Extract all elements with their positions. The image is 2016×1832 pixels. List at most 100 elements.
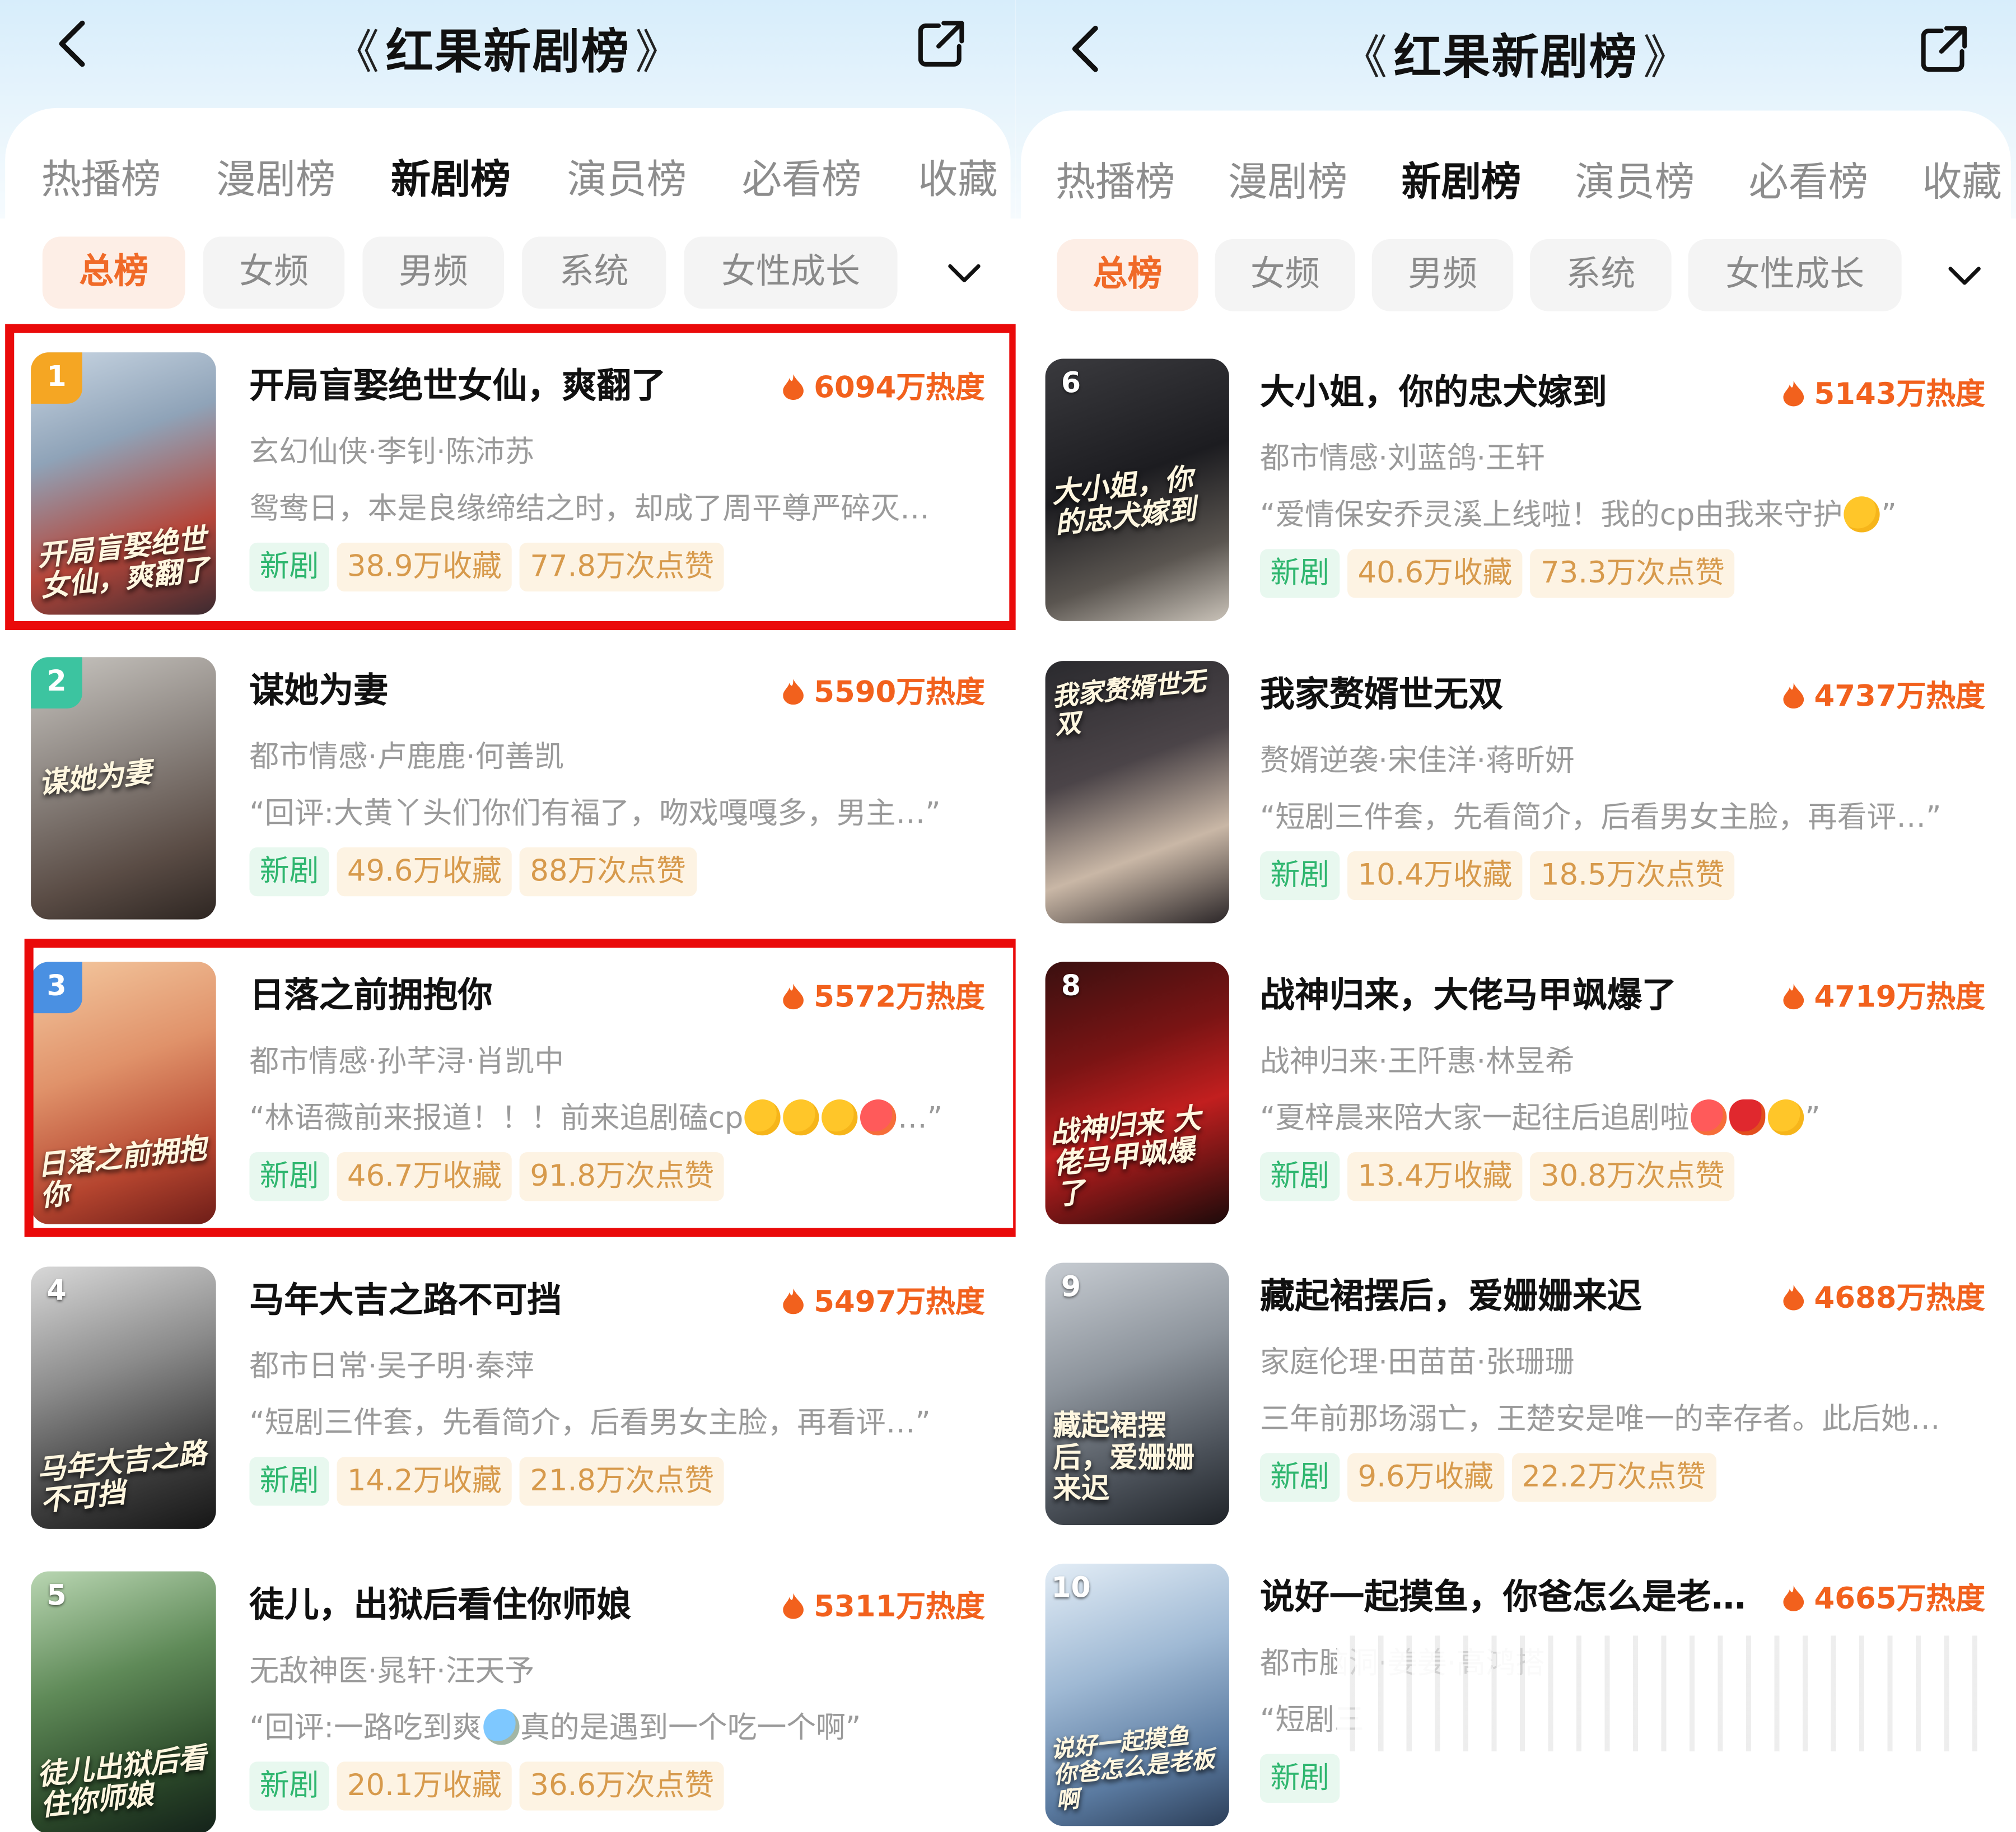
list-item[interactable]: 9 藏起裙摆后，爱姗姗来迟 藏起裙摆后，爱姗姗来迟 4688万热度 家庭伦理·田… — [1016, 1247, 2016, 1551]
flame-icon — [1783, 1585, 1804, 1611]
drama-title: 谋她为妻 — [249, 671, 389, 711]
cover-title-art: 说好一起摸鱼 你爸怎么是老板啊 — [1049, 1722, 1216, 1815]
likes-count: 88万次点赞 — [520, 847, 697, 897]
tab-actor[interactable]: 演员榜 — [567, 147, 687, 204]
genre-cast: 都市情感·刘蓝鸽·王轩 — [1260, 442, 1545, 476]
rank-badge: 2 — [31, 657, 82, 709]
genre-cast: 都市日常·吴子明·秦萍 — [249, 1350, 535, 1384]
chip-female-growth[interactable]: 女性成长 — [684, 236, 898, 309]
synopsis: 三年前那场溺亡，王楚安是唯一的幸存者。此后她… — [1260, 1402, 1940, 1437]
likes-count: 18.5万次点赞 — [1530, 851, 1735, 901]
tag-row: 新剧 9.6万收藏 22.2万次点赞 — [1260, 1453, 1724, 1502]
drama-title: 藏起裙摆后，爱姗姗来迟 — [1260, 1276, 1642, 1317]
list-item[interactable]: 4 马年大吉之路不可挡 马年大吉之路不可挡 5497万热度 都市日常·吴子明·秦… — [0, 1251, 1016, 1555]
laurel-left-icon: 《 — [333, 27, 381, 80]
tab-new-drama[interactable]: 新剧榜 — [1402, 149, 1522, 207]
likes-count: 30.8万次点赞 — [1530, 1152, 1735, 1201]
new-badge: 新剧 — [249, 1457, 329, 1506]
tab-comic[interactable]: 漫剧榜 — [1228, 149, 1348, 207]
flame-icon — [1783, 983, 1804, 1010]
drama-cover: 6 大小姐，你的忠犬嫁到 — [1045, 358, 1229, 621]
tag-row: 新剧 20.1万收藏 36.6万次点赞 — [249, 1761, 732, 1811]
drama-title: 我家赘婿世无双 — [1260, 675, 1503, 715]
tab-hot[interactable]: 热播榜 — [41, 147, 161, 204]
flame-icon — [1783, 683, 1804, 709]
drama-title: 战神归来，大佬马甲飒爆了 — [1260, 976, 1677, 1016]
laurel-right-icon: 》 — [1643, 32, 1691, 85]
heat-value: 5590万热度 — [783, 668, 985, 711]
chip-system[interactable]: 系统 — [522, 236, 666, 309]
rank-badge: 8 — [1061, 971, 1081, 1003]
chip-all[interactable]: 总榜 — [42, 236, 185, 309]
likes-count: 36.6万次点赞 — [520, 1761, 725, 1811]
right-panel: 《红果新剧榜》 热播榜 漫剧榜 新剧榜 演员榜 必看榜 收藏 总榜 女频 男频 … — [1015, 0, 2016, 1832]
cover-title-art: 我家赘婿世无双 — [1050, 665, 1207, 740]
chip-female-growth[interactable]: 女性成长 — [1688, 239, 1902, 311]
chip-female[interactable]: 女频 — [1215, 239, 1355, 311]
tab-new-drama[interactable]: 新剧榜 — [391, 147, 511, 204]
chip-male[interactable]: 男频 — [362, 236, 505, 309]
drama-cover: 5 徒儿出狱后看住你师娘 — [31, 1571, 216, 1832]
tag-row: 新剧 13.4万收藏 30.8万次点赞 — [1260, 1152, 1743, 1201]
chevron-down-icon[interactable] — [944, 252, 984, 293]
chip-male[interactable]: 男频 — [1371, 239, 1514, 311]
heat-value: 5143万热度 — [1783, 369, 1985, 413]
cover-title-art: 大小姐，你的忠犬嫁到 — [1050, 462, 1198, 541]
list-item[interactable]: 5 徒儿出狱后看住你师娘 徒儿，出狱后看住你师娘 5311万热度 无敌神医·晁轩… — [0, 1556, 1016, 1832]
tab-favorites[interactable]: 收藏 — [1922, 149, 2001, 207]
tab-must-watch[interactable]: 必看榜 — [1748, 149, 1868, 207]
rank-badge: 5 — [46, 1580, 67, 1613]
heat-value: 4719万热度 — [1783, 972, 1985, 1016]
tag-row: 新剧 14.2万收藏 21.8万次点赞 — [249, 1457, 732, 1506]
tab-actor[interactable]: 演员榜 — [1575, 149, 1695, 207]
favorites-count: 20.1万收藏 — [337, 1761, 512, 1811]
tag-row: 新剧 10.4万收藏 18.5万次点赞 — [1260, 851, 1743, 901]
new-badge: 新剧 — [1260, 851, 1340, 901]
new-badge: 新剧 — [249, 1761, 329, 1811]
laurel-left-icon: 《 — [1341, 32, 1389, 85]
flame-icon — [783, 1288, 804, 1314]
chip-system[interactable]: 系统 — [1530, 239, 1672, 311]
chip-female[interactable]: 女频 — [203, 236, 345, 309]
highlight-box — [24, 939, 1016, 1237]
synopsis: “回评:大黄丫头们你们有福了，吻戏嘎嘎多，男主…” — [249, 797, 941, 831]
list-item[interactable]: 6 大小姐，你的忠犬嫁到 大小姐，你的忠犬嫁到 5143万热度 都市情感·刘蓝鸽… — [1016, 343, 2016, 647]
chevron-down-icon[interactable] — [1944, 255, 1985, 296]
synopsis: “回评:一路吃到爽 真的是遇到一个吃一个啊” — [249, 1703, 982, 1746]
new-badge: 新剧 — [1260, 1754, 1340, 1803]
share-icon[interactable] — [913, 16, 969, 72]
cover-title-art: 战神归来 大佬马甲飒爆了 — [1048, 1102, 1203, 1214]
tab-comic[interactable]: 漫剧榜 — [216, 147, 336, 204]
chip-all[interactable]: 总榜 — [1057, 239, 1198, 311]
synopsis: “爱情保安乔灵溪上线啦！我的cp由我来守护” — [1260, 490, 1980, 534]
rank-badge: 4 — [46, 1275, 67, 1308]
list-item[interactable]: 8 战神归来 大佬马甲飒爆了 战神归来，大佬马甲飒爆了 4719万热度 战神归来… — [1016, 947, 2016, 1250]
tag-row: 新剧 49.6万收藏 88万次点赞 — [249, 847, 704, 897]
share-icon[interactable] — [1916, 21, 1972, 77]
drama-cover: 我家赘婿世无双 — [1045, 661, 1229, 924]
highlight-box — [5, 324, 1016, 631]
page-title: 《红果新剧榜》 — [333, 24, 683, 80]
tab-favorites[interactable]: 收藏 — [918, 147, 997, 204]
likes-count: 22.2万次点赞 — [1511, 1453, 1716, 1502]
flame-icon — [1783, 1284, 1804, 1311]
list-item[interactable]: 我家赘婿世无双 我家赘婿世无双 4737万热度 赘婿逆袭·宋佳洋·蒋昕妍 “短剧… — [1016, 646, 2016, 949]
drama-cover: 9 藏起裙摆后，爱姗姗来迟 — [1045, 1262, 1229, 1525]
rank-badge: 10 — [1051, 1572, 1091, 1605]
drama-title: 大小姐，你的忠犬嫁到 — [1260, 372, 1607, 413]
rose-icon — [1729, 1099, 1766, 1136]
tag-row: 新剧 — [1260, 1754, 1347, 1803]
synopsis: “短剧三件套，先看简介，后看男女主脸，再看评…” — [249, 1406, 931, 1441]
new-badge: 新剧 — [1260, 1152, 1340, 1201]
favorites-count: 14.2万收藏 — [337, 1457, 512, 1506]
rank-badge: 6 — [1061, 367, 1081, 400]
genre-cast: 都市情感·卢鹿鹿·何善凯 — [249, 740, 564, 775]
tab-hot[interactable]: 热播榜 — [1056, 149, 1175, 207]
tab-must-watch[interactable]: 必看榜 — [742, 147, 862, 204]
drama-cover: 8 战神归来 大佬马甲飒爆了 — [1045, 962, 1229, 1224]
list-item[interactable]: 2 谋她为妻 谋她为妻 5590万热度 都市情感·卢鹿鹿·何善凯 “回评:大黄丫… — [0, 642, 1016, 945]
flame-icon — [1783, 380, 1804, 407]
new-badge: 新剧 — [1260, 549, 1340, 598]
favorites-count: 10.4万收藏 — [1347, 851, 1523, 901]
rank-badge: 9 — [1061, 1271, 1081, 1304]
